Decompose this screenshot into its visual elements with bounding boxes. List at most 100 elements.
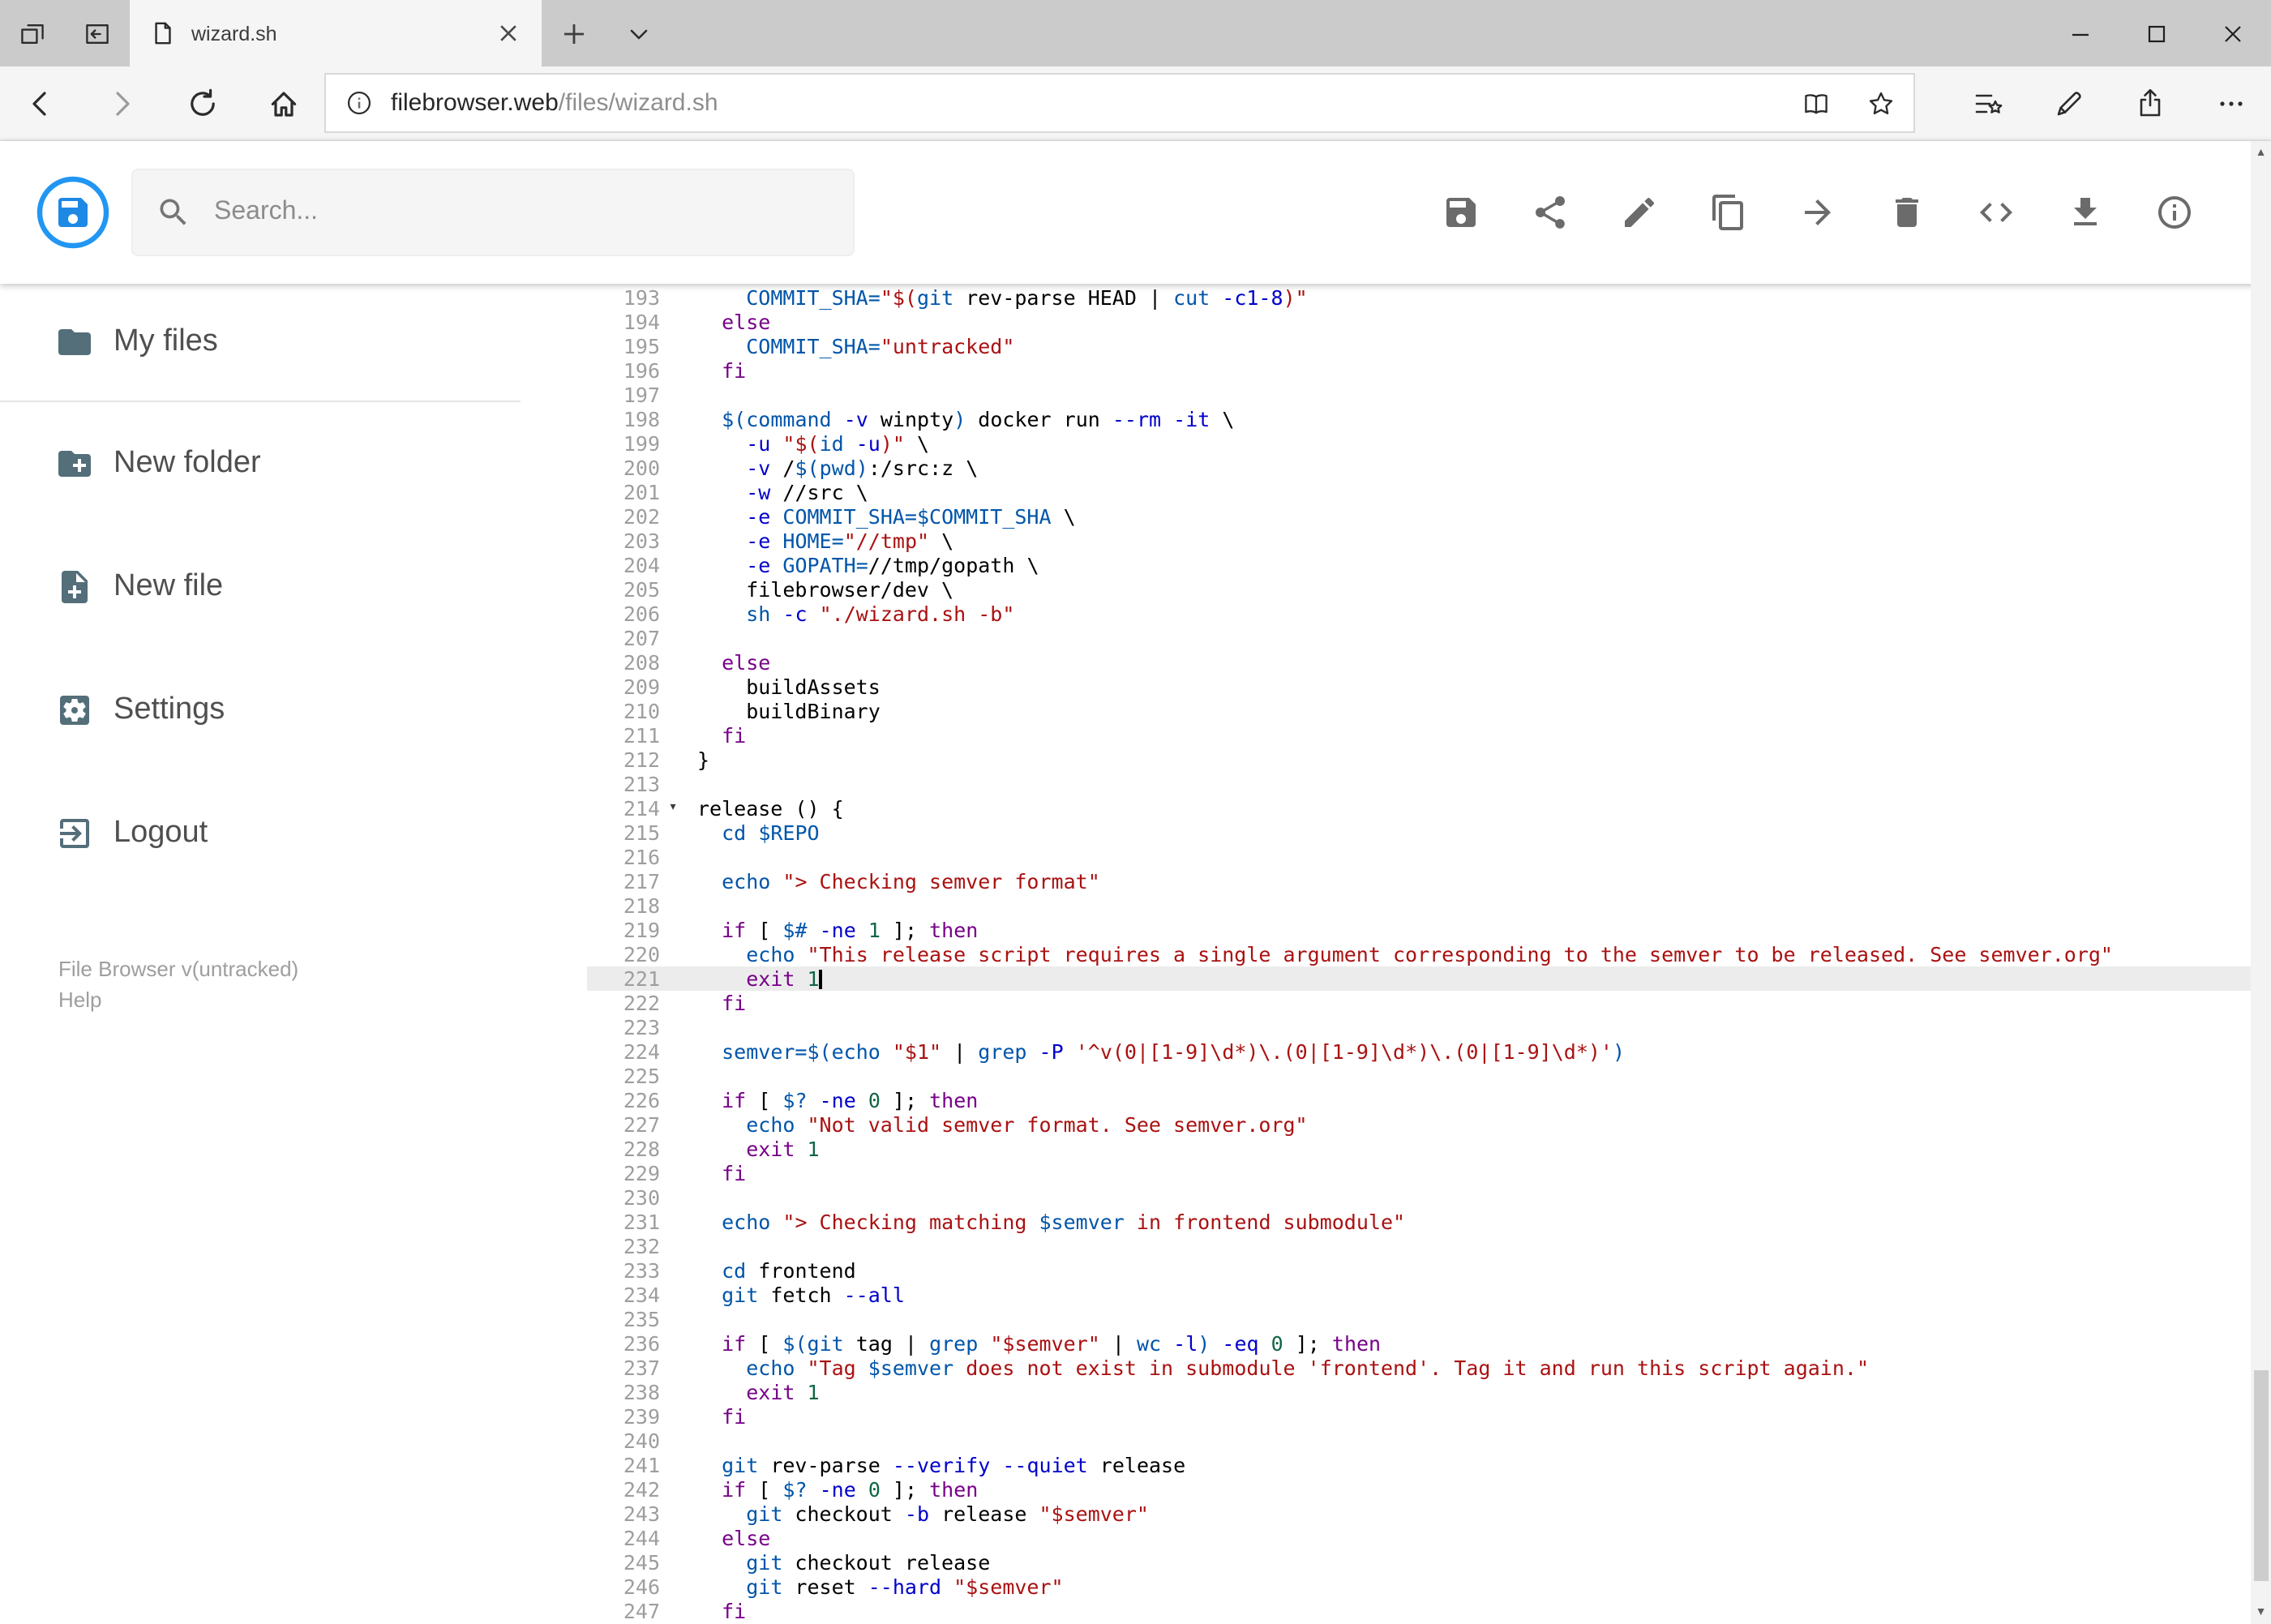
tab-list-chevron-icon[interactable] bbox=[606, 0, 671, 66]
code-line[interactable]: 194 else bbox=[587, 310, 2251, 334]
code-line[interactable]: 207 bbox=[587, 626, 2251, 650]
more-options-icon[interactable] bbox=[2190, 66, 2271, 140]
code-line[interactable]: 222 fi bbox=[587, 991, 2251, 1015]
code-line[interactable]: 199 -u "$(id -u)" \ bbox=[587, 431, 2251, 456]
home-icon[interactable] bbox=[243, 66, 324, 140]
download-icon[interactable] bbox=[2065, 193, 2104, 232]
code-line[interactable]: 235 bbox=[587, 1307, 2251, 1331]
favorite-star-icon[interactable] bbox=[1848, 88, 1913, 118]
forward-icon[interactable] bbox=[81, 66, 162, 140]
tab-preview-icon[interactable] bbox=[0, 0, 65, 66]
code-line[interactable]: 219 if [ $# -ne 1 ]; then bbox=[587, 918, 2251, 942]
code-line[interactable]: 217 echo "> Checking semver format" bbox=[587, 869, 2251, 893]
code-line[interactable]: 193 COMMIT_SHA="$(git rev-parse HEAD | c… bbox=[587, 285, 2251, 310]
reading-view-icon[interactable] bbox=[1783, 88, 1848, 118]
share-icon[interactable] bbox=[1530, 193, 1569, 232]
code-line[interactable]: 215 cd $REPO bbox=[587, 821, 2251, 845]
code-line[interactable]: 211 fi bbox=[587, 723, 2251, 748]
move-icon[interactable] bbox=[1798, 193, 1836, 232]
code-line[interactable]: 239 fi bbox=[587, 1404, 2251, 1429]
search-input[interactable] bbox=[211, 196, 843, 229]
code-line[interactable]: 205 filebrowser/dev \ bbox=[587, 577, 2251, 602]
search-box[interactable] bbox=[131, 169, 855, 256]
sidebar-item-new-file[interactable]: New file bbox=[0, 525, 521, 649]
info-icon[interactable] bbox=[2154, 193, 2193, 232]
code-line[interactable]: 245 git checkout release bbox=[587, 1550, 2251, 1575]
minimize-button[interactable] bbox=[2042, 0, 2119, 66]
code-line[interactable]: 230 bbox=[587, 1185, 2251, 1210]
code-line[interactable]: 220 echo "This release script requires a… bbox=[587, 942, 2251, 966]
code-line[interactable]: 236 if [ $(git tag | grep "$semver" | wc… bbox=[587, 1331, 2251, 1356]
code-line[interactable]: 246 git reset --hard "$semver" bbox=[587, 1575, 2251, 1599]
code-line[interactable]: 233 cd frontend bbox=[587, 1258, 2251, 1283]
code-line[interactable]: 227 echo "Not valid semver format. See s… bbox=[587, 1112, 2251, 1137]
sidebar-item-logout[interactable]: Logout bbox=[0, 772, 521, 895]
code-line[interactable]: 201 -w //src \ bbox=[587, 480, 2251, 504]
site-info-icon[interactable] bbox=[326, 89, 391, 117]
code-line[interactable]: 213 bbox=[587, 772, 2251, 796]
code-line[interactable]: 224 semver=$(echo "$1" | grep -P '^v(0|[… bbox=[587, 1039, 2251, 1064]
delete-icon[interactable] bbox=[1887, 193, 1926, 232]
scroll-down-icon[interactable]: ▼ bbox=[2251, 1600, 2271, 1624]
maximize-button[interactable] bbox=[2119, 0, 2195, 66]
annotate-pen-icon[interactable] bbox=[2028, 66, 2109, 140]
code-line[interactable]: 240 bbox=[587, 1429, 2251, 1453]
sidebar-item-settings[interactable]: Settings bbox=[0, 649, 521, 772]
scroll-up-icon[interactable]: ▲ bbox=[2251, 141, 2271, 165]
close-button[interactable] bbox=[2195, 0, 2271, 66]
code-line[interactable]: 216 bbox=[587, 845, 2251, 869]
code-line[interactable]: 198 $(command -v winpty) docker run --rm… bbox=[587, 407, 2251, 431]
edit-icon[interactable] bbox=[1619, 193, 1658, 232]
code-line[interactable]: 242 if [ $? -ne 0 ]; then bbox=[587, 1477, 2251, 1502]
back-icon[interactable] bbox=[0, 66, 81, 140]
code-line[interactable]: 208 else bbox=[587, 650, 2251, 675]
code-line[interactable]: 204 -e GOPATH=//tmp/gopath \ bbox=[587, 553, 2251, 577]
code-line[interactable]: 237 echo "Tag $semver does not exist in … bbox=[587, 1356, 2251, 1380]
code-line[interactable]: 212} bbox=[587, 748, 2251, 772]
code-line[interactable]: 234 git fetch --all bbox=[587, 1283, 2251, 1307]
scrollbar-thumb[interactable] bbox=[2253, 1370, 2269, 1581]
code-line[interactable]: 206 sh -c "./wizard.sh -b" bbox=[587, 602, 2251, 626]
code-line[interactable]: 210 buildBinary bbox=[587, 699, 2251, 723]
code-line[interactable]: 221 exit 1 bbox=[587, 966, 2251, 991]
code-line[interactable]: 202 -e COMMIT_SHA=$COMMIT_SHA \ bbox=[587, 504, 2251, 529]
refresh-icon[interactable] bbox=[162, 66, 243, 140]
share-icon[interactable] bbox=[2109, 66, 2190, 140]
copy-icon[interactable] bbox=[1708, 193, 1747, 232]
browser-tab[interactable]: wizard.sh bbox=[130, 0, 542, 66]
code-line[interactable]: 196 fi bbox=[587, 358, 2251, 383]
code-editor[interactable]: 193 COMMIT_SHA="$(git rev-parse HEAD | c… bbox=[587, 284, 2251, 1624]
address-bar[interactable]: filebrowser.web/files/wizard.sh bbox=[324, 73, 1914, 133]
code-line[interactable]: 244 else bbox=[587, 1526, 2251, 1550]
code-line[interactable]: 223 bbox=[587, 1015, 2251, 1039]
code-line[interactable]: 238 exit 1 bbox=[587, 1380, 2251, 1404]
help-link[interactable]: Help bbox=[58, 984, 298, 1015]
code-line[interactable]: 200 -v /$(pwd):/src:z \ bbox=[587, 456, 2251, 480]
code-line[interactable]: 247 fi bbox=[587, 1599, 2251, 1623]
code-line[interactable]: 243 git checkout -b release "$semver" bbox=[587, 1502, 2251, 1526]
code-line[interactable]: 225 bbox=[587, 1064, 2251, 1088]
favorites-hub-icon[interactable] bbox=[1947, 66, 2028, 140]
navigation-bar: filebrowser.web/files/wizard.sh bbox=[0, 66, 2271, 141]
code-line[interactable]: 203 -e HOME="//tmp" \ bbox=[587, 529, 2251, 553]
page-scrollbar[interactable]: ▲ ▼ bbox=[2251, 141, 2271, 1624]
code-icon[interactable] bbox=[1976, 193, 2015, 232]
code-line[interactable]: 197 bbox=[587, 383, 2251, 407]
code-line[interactable]: 229 fi bbox=[587, 1161, 2251, 1185]
code-line[interactable]: 209 buildAssets bbox=[587, 675, 2251, 699]
code-line[interactable]: 231 echo "> Checking matching $semver in… bbox=[587, 1210, 2251, 1234]
code-line[interactable]: 232 bbox=[587, 1234, 2251, 1258]
code-line[interactable]: 226 if [ $? -ne 0 ]; then bbox=[587, 1088, 2251, 1112]
code-line[interactable]: 214 ▾ release () { bbox=[587, 796, 2251, 821]
tabs-aside-icon[interactable] bbox=[65, 0, 130, 66]
tab-close-icon[interactable] bbox=[490, 15, 525, 51]
fold-marker-icon[interactable]: ▾ bbox=[660, 796, 686, 821]
sidebar-item-new-folder[interactable]: New folder bbox=[0, 402, 521, 525]
code-line[interactable]: 195 COMMIT_SHA="untracked" bbox=[587, 334, 2251, 358]
new-tab-button[interactable] bbox=[542, 0, 606, 66]
code-line[interactable]: 218 bbox=[587, 893, 2251, 918]
save-icon[interactable] bbox=[1441, 193, 1480, 232]
sidebar-item-my-files[interactable]: My files bbox=[0, 284, 521, 402]
code-line[interactable]: 241 git rev-parse --verify --quiet relea… bbox=[587, 1453, 2251, 1477]
code-line[interactable]: 228 exit 1 bbox=[587, 1137, 2251, 1161]
